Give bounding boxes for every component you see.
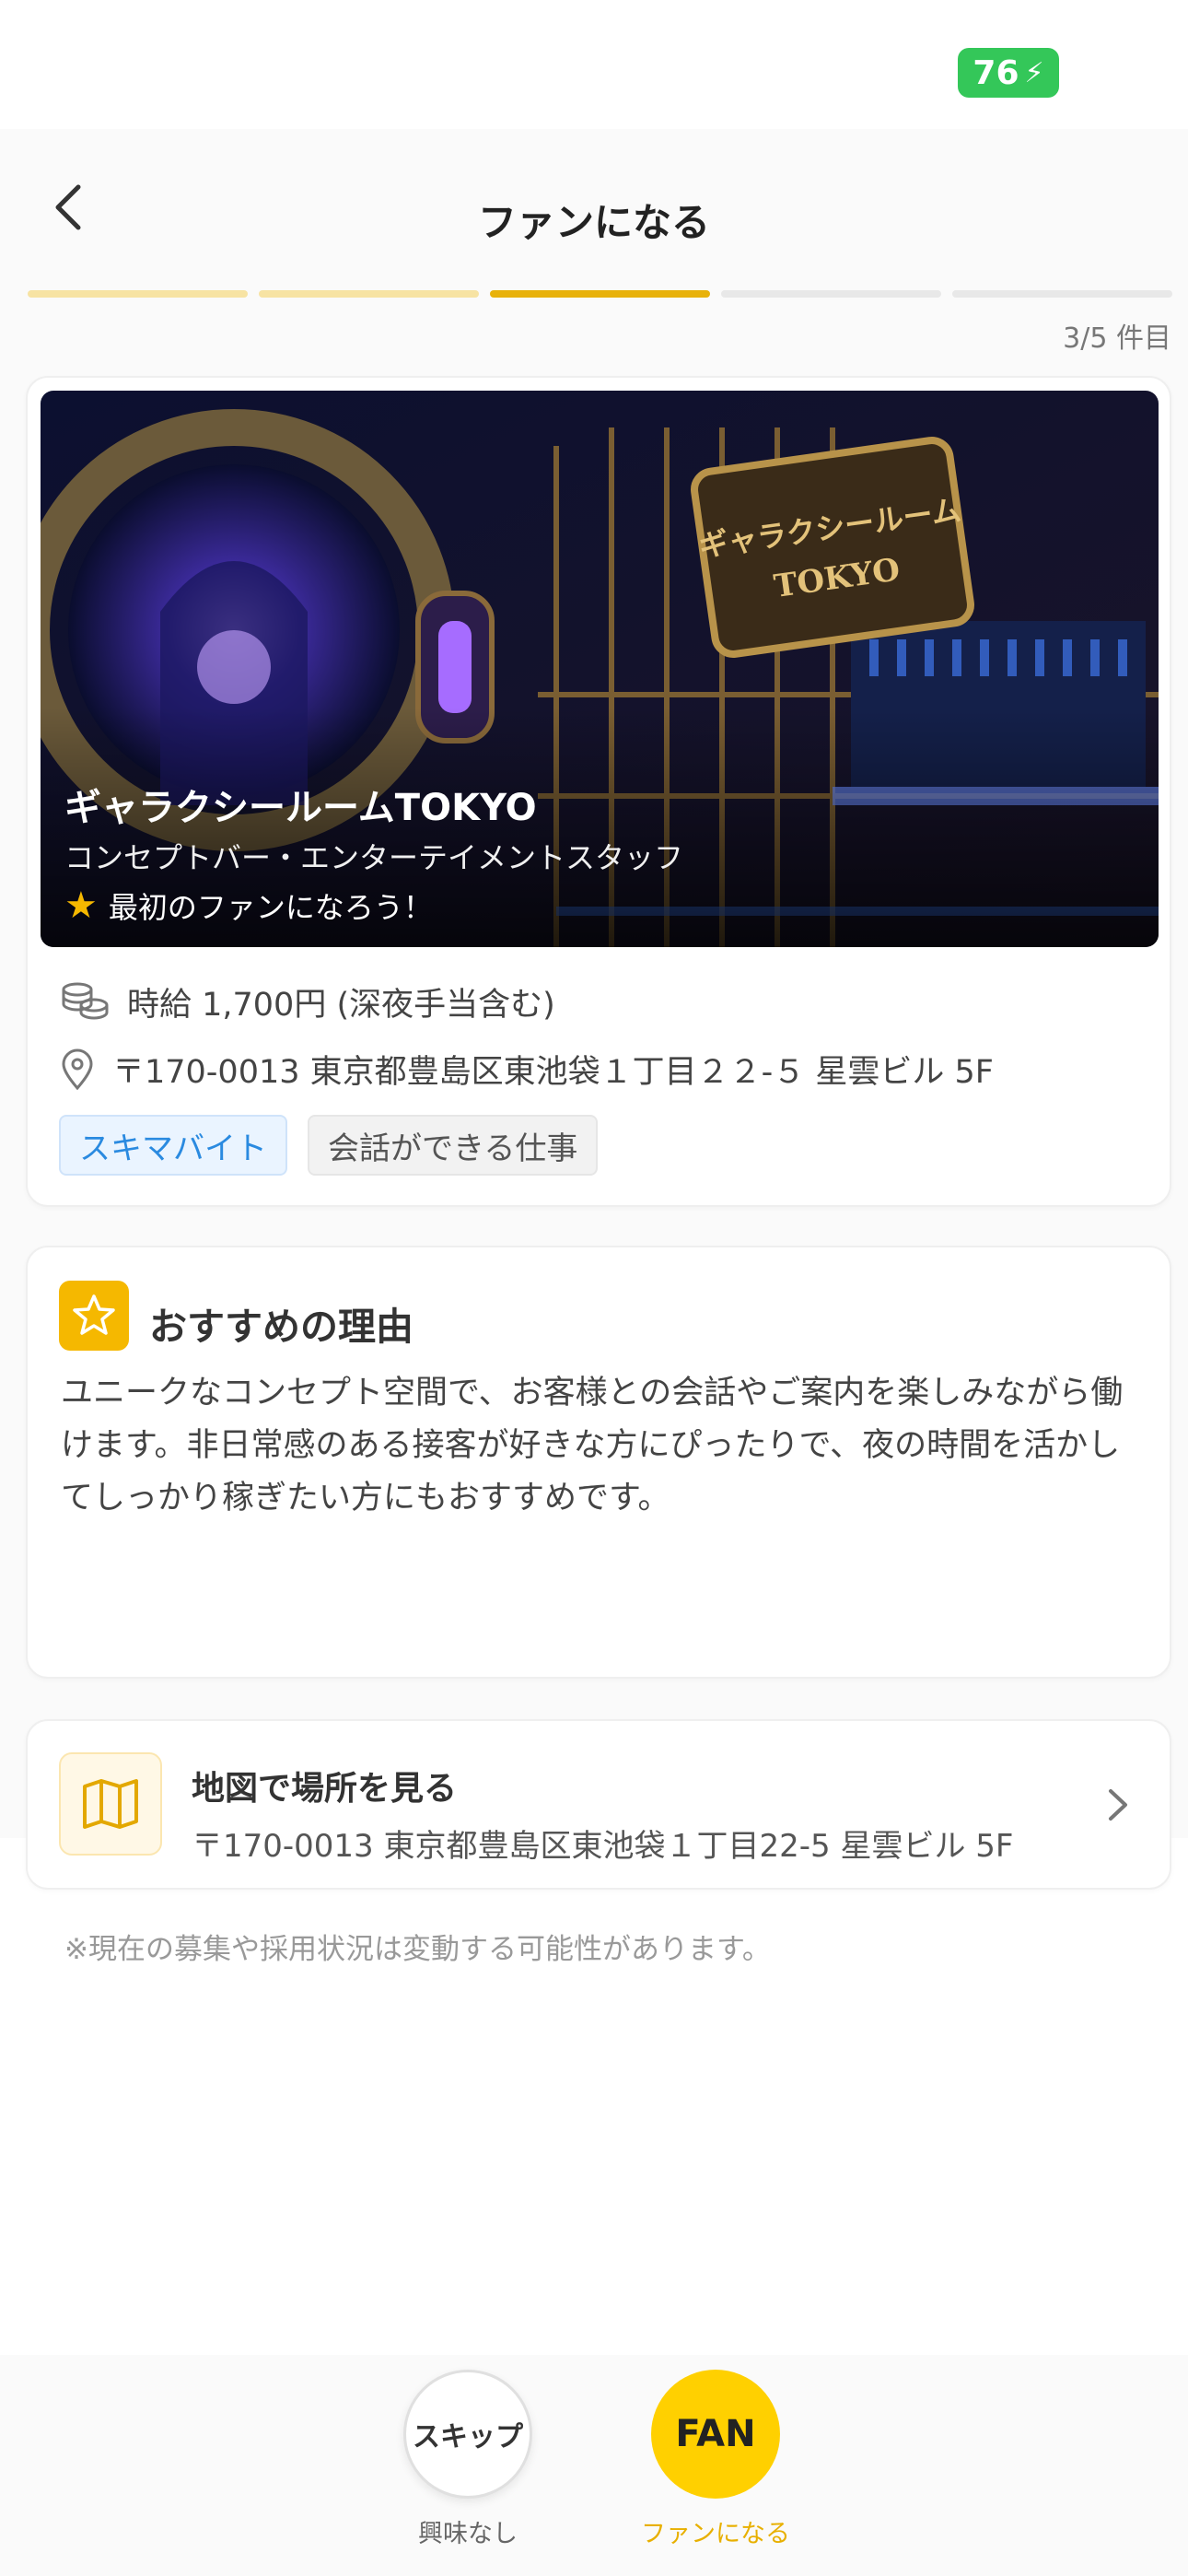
star-icon: ★ (64, 884, 98, 927)
fan-label: ファンになる (641, 2520, 790, 2548)
recommendation-title: おすすめの理由 (149, 1305, 413, 1349)
progress-segment (259, 290, 479, 298)
charging-icon: ⚡ (1024, 56, 1044, 89)
address-text: 〒170-0013 東京都豊島区東池袋１丁目２２-５ 星雲ビル 5F (112, 1054, 994, 1091)
chevron-right-icon (1109, 1789, 1127, 1821)
fan-button[interactable]: FAN (651, 2370, 780, 2499)
disclaimer-note: ※現在の募集や採用状況は変動する可能性があります。 (64, 1933, 771, 1966)
progress-segment (490, 290, 710, 298)
progress-segment (28, 290, 248, 298)
header: ファンになる (0, 129, 1188, 290)
fan-action: FAN ファンになる (641, 2370, 790, 2549)
wage-text: 時給 1,700円 (深夜手当含む) (127, 987, 555, 1024)
job-role: コンセプトバー・エンターテイメントスタッフ (64, 840, 684, 875)
map-title: 地図で場所を見る (192, 1770, 458, 1808)
fan-prompt: ★ 最初のファンになろう！ (64, 884, 433, 927)
job-card[interactable]: ギャラクシールーム TOKYO ギャラクシールームTOKYO コンセプトバー・エ… (26, 376, 1171, 1207)
skip-action: スキップ 興味なし (403, 2370, 532, 2549)
recommendation-card: おすすめの理由 ユニークなコンセプト空間で、お客様との会話やご案内を楽しみながら… (26, 1246, 1171, 1679)
progress-counter: 3/5 件目 (1063, 322, 1171, 355)
recommendation-body: ユニークなコンセプト空間で、お客様との会話やご案内を楽しみながら働けます。非日常… (61, 1375, 1124, 1516)
tag-sukimabaito: スキマバイト (59, 1115, 287, 1176)
hero-image: ギャラクシールーム TOKYO ギャラクシールームTOKYO コンセプトバー・エ… (41, 391, 1159, 947)
wage-row: 時給 1,700円 (深夜手当含む) (59, 978, 555, 1025)
skip-button[interactable]: スキップ (403, 2370, 532, 2499)
progress-segment (952, 290, 1172, 298)
skip-label: 興味なし (418, 2520, 518, 2548)
map-link-card[interactable]: 地図で場所を見る 〒170-0013 東京都豊島区東池袋１丁目22-5 星雲ビル… (26, 1719, 1171, 1890)
address-row: 〒170-0013 東京都豊島区東池袋１丁目２２-５ 星雲ビル 5F (59, 1046, 994, 1093)
bottom-action-bar: スキップ 興味なし FAN ファンになる (0, 2355, 1188, 2576)
progress-segment (721, 290, 941, 298)
star-badge-icon (59, 1281, 129, 1351)
job-name: ギャラクシールームTOKYO (64, 787, 537, 829)
tag-list: スキマバイト 会話ができる仕事 (59, 1115, 599, 1176)
map-address: 〒170-0013 東京都豊島区東池袋１丁目22-5 星雲ビル 5F (192, 1828, 1014, 1865)
status-bar: 76 ⚡ (0, 0, 1188, 129)
battery-indicator: 76 ⚡ (958, 48, 1059, 98)
fan-prompt-text: 最初のファンになろう！ (108, 890, 433, 925)
tag-conversation: 会話ができる仕事 (308, 1115, 599, 1176)
progress-bar (28, 290, 1172, 298)
page-title: ファンになる (477, 200, 710, 245)
battery-level: 76 (973, 53, 1019, 92)
coins-icon (62, 982, 109, 1020)
map-icon (59, 1752, 162, 1856)
app-screen: ファンになる 3/5 件目 ギャラクシールーム TOKYO ギャラクシールームT… (0, 129, 1188, 1966)
location-pin-icon (62, 1048, 93, 1090)
